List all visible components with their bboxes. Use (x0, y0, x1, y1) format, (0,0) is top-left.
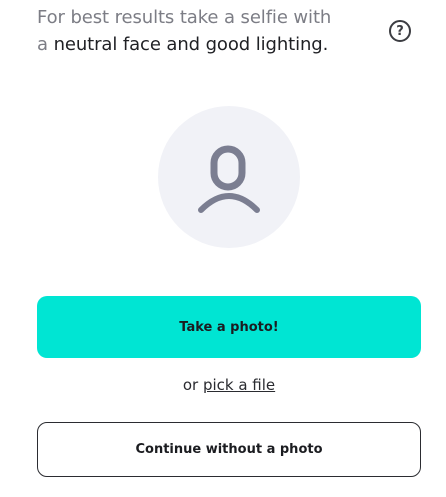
pick-file-row: or pick a file (0, 373, 446, 397)
selfie-instructions: For best results take a selfie with a ne… (37, 4, 382, 58)
person-placeholder-icon (198, 145, 260, 213)
avatar-placeholder (158, 106, 300, 248)
pick-file-link[interactable]: pick a file (203, 376, 275, 394)
instruction-emphasis: neutral face and good lighting. (53, 34, 329, 55)
take-photo-button[interactable]: Take a photo! (37, 296, 421, 358)
instruction-line-2-prefix: a (37, 34, 54, 55)
instruction-line-1: For best results take a selfie with (37, 7, 332, 28)
help-icon[interactable]: ? (389, 20, 411, 42)
or-label: or (182, 376, 203, 394)
continue-without-photo-button[interactable]: Continue without a photo (37, 422, 421, 477)
help-glyph: ? (396, 23, 404, 39)
